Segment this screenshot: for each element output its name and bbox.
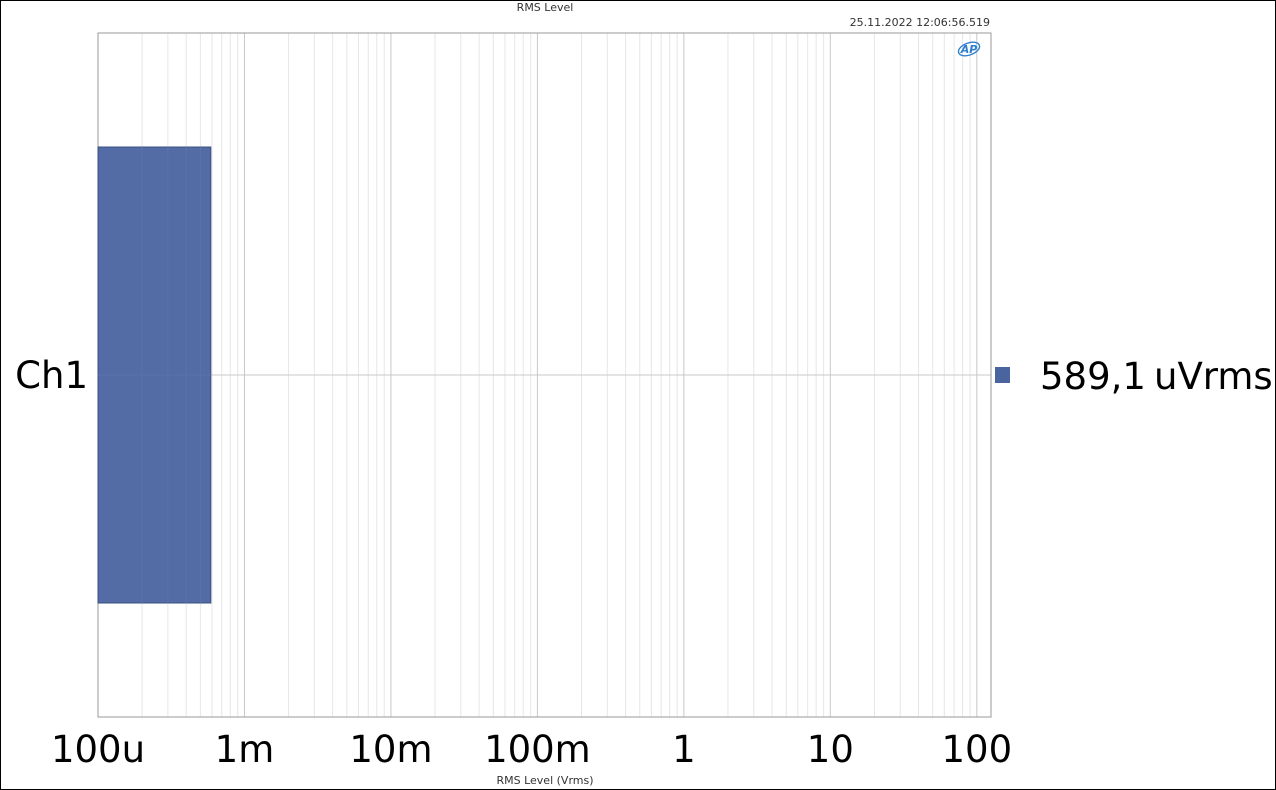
x-tick-label: 100u: [51, 728, 145, 771]
x-tick-labels: 100u 1m 10m 100m 1 10 100: [51, 728, 1012, 771]
x-tick-label: 1m: [215, 728, 275, 771]
x-tick-label: 10m: [349, 728, 432, 771]
ap-logo-icon: AP: [957, 41, 981, 57]
x-tick-label: 1: [672, 728, 696, 771]
rms-level-chart: RMS Level 25.11.2022 12:06:56.519 AP Ch1…: [15, 1, 1273, 787]
chart-timestamp: 25.11.2022 12:06:56.519: [850, 16, 990, 29]
category-layer: Ch1: [15, 354, 88, 397]
x-tick-label: 10: [807, 728, 854, 771]
x-tick-label: 100m: [484, 728, 591, 771]
x-axis-label: RMS Level (Vrms): [496, 774, 593, 787]
ap-logo-text: AP: [960, 43, 978, 56]
grid-layer: [97, 33, 991, 717]
value-readout-unit: uVrms: [1154, 355, 1273, 398]
category-label: Ch1: [15, 354, 88, 397]
x-tick-label: 100: [941, 728, 1012, 771]
legend-swatch: [995, 367, 1010, 383]
value-readout-number: 589,1: [1040, 355, 1146, 398]
chart-title: RMS Level: [517, 1, 574, 14]
bar-layer: [97, 146, 212, 604]
